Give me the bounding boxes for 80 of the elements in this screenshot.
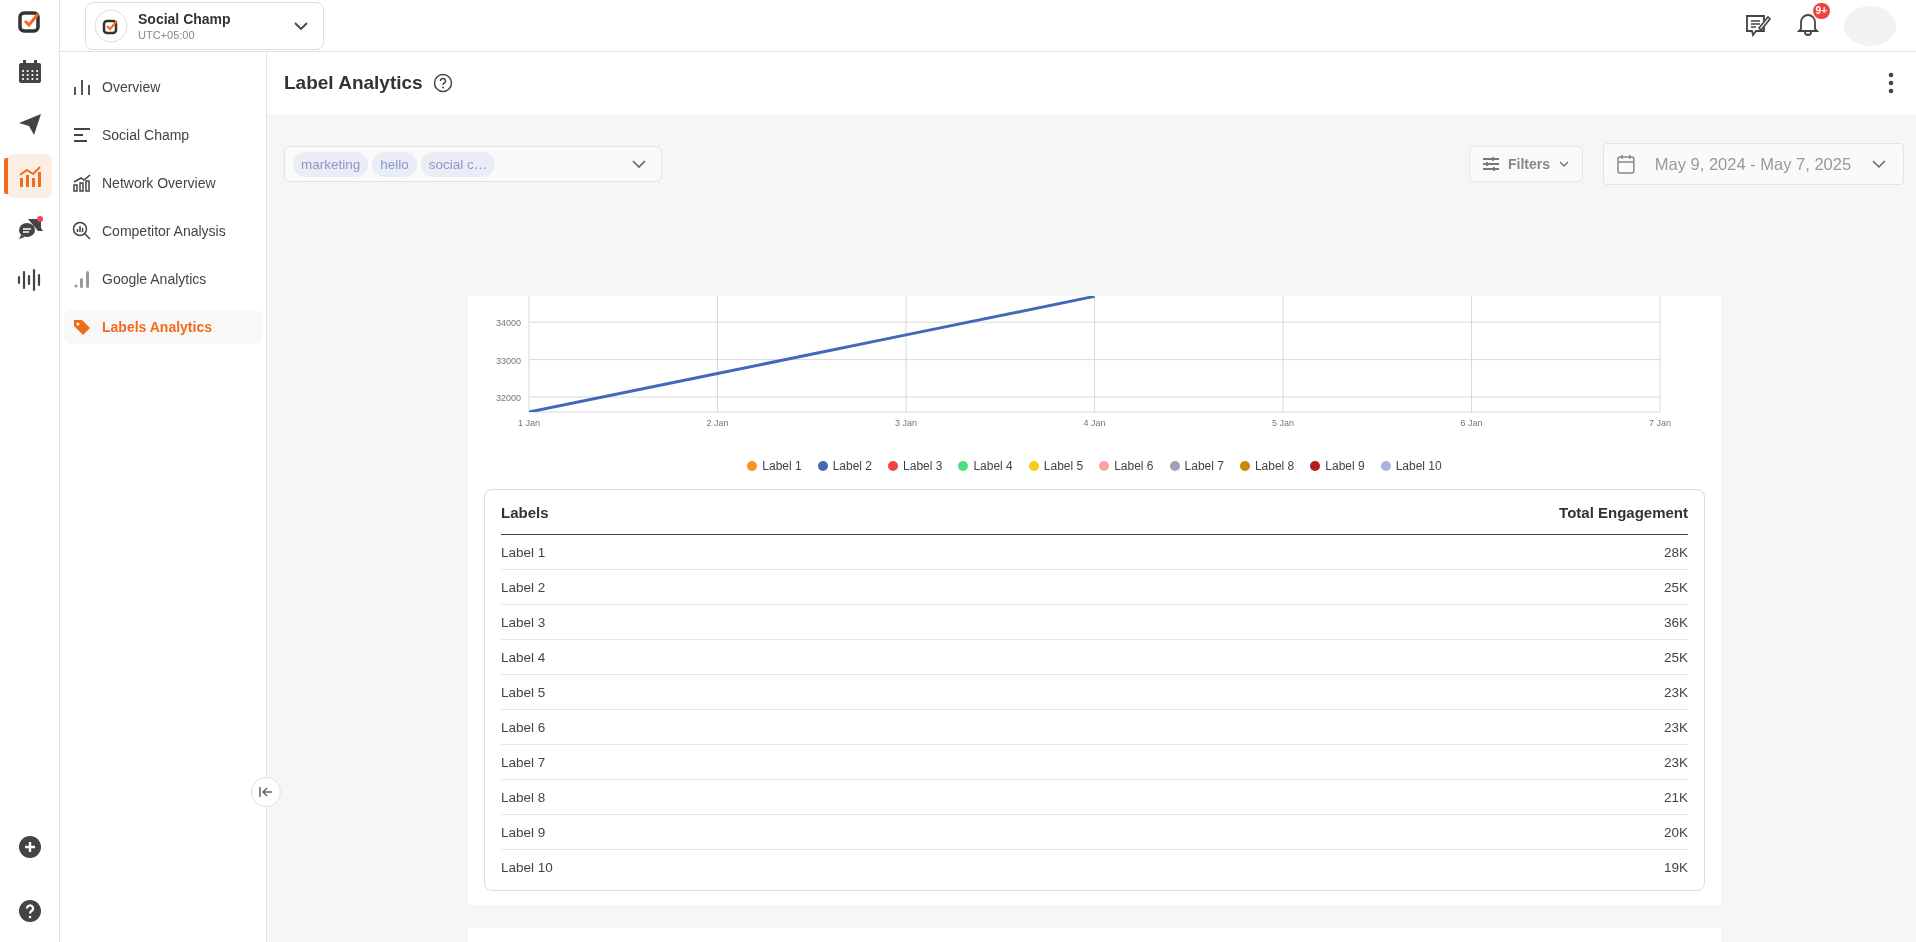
table-cell: Label 9 <box>501 824 546 840</box>
more-options-icon[interactable] <box>1888 72 1894 94</box>
calendar-icon <box>1617 154 1635 174</box>
x-tick-label: 4 Jan <box>1083 418 1106 428</box>
signal-bars-icon <box>72 269 92 289</box>
page-title: Label Analytics <box>284 72 423 94</box>
chat-bubbles-icon <box>16 215 43 241</box>
table-cell: Label 2 <box>501 579 546 595</box>
legend-label: Label 8 <box>1254 459 1295 473</box>
sidebar-item[interactable]: Network Overview <box>64 166 262 200</box>
x-tick-label: 2 Jan <box>706 418 729 428</box>
bar-chart-icon <box>72 77 92 97</box>
table-cell: Label 3 <box>501 614 546 630</box>
sidebar-item[interactable]: Social Champ <box>64 118 262 152</box>
sidebar-item[interactable]: Google Analytics <box>64 262 262 296</box>
lines-icon <box>72 125 92 145</box>
notification-badge: 9+ <box>1812 2 1830 19</box>
column-header: Labels <box>501 503 549 521</box>
table-cell: 25K <box>1663 649 1688 665</box>
table-cell: 20K <box>1663 824 1688 840</box>
add-icon[interactable] <box>18 836 41 858</box>
chevron-down-icon <box>293 20 309 31</box>
collapse-button[interactable] <box>251 777 281 807</box>
legend-label: Label 6 <box>1114 459 1154 473</box>
legend-label: Label 5 <box>1043 459 1084 473</box>
chevron-down-icon <box>1871 159 1887 169</box>
account-name: Social Champ <box>138 10 232 27</box>
compose-icon[interactable] <box>1744 12 1772 39</box>
sidebar-item[interactable]: Overview <box>64 70 262 104</box>
help-icon[interactable] <box>432 73 453 93</box>
sliders-icon <box>1482 156 1500 172</box>
table-cell: 23K <box>1663 719 1688 735</box>
sidebar-item[interactable]: Competitor Analysis <box>64 214 262 248</box>
magnifier-icon <box>72 221 92 241</box>
x-tick-label: 3 Jan <box>895 418 917 428</box>
table-cell: Label 8 <box>501 789 546 805</box>
legend-label: Label 9 <box>1325 459 1365 473</box>
growth-chart-icon <box>72 173 92 193</box>
help-icon[interactable] <box>18 900 41 922</box>
sound-wave-icon <box>16 267 43 293</box>
tag-icon <box>72 317 92 337</box>
chevron-down-icon <box>631 159 647 169</box>
legend-label: Label 7 <box>1184 459 1224 473</box>
table-cell: 21K <box>1663 789 1688 805</box>
label-tag: social c… <box>420 151 496 177</box>
table-cell: Label 4 <box>501 649 546 665</box>
x-tick-label: 6 Jan <box>1460 418 1483 428</box>
logo-icon <box>94 8 128 43</box>
table-cell: 23K <box>1663 754 1688 770</box>
table-cell: 19K <box>1663 859 1688 875</box>
chevron-down-icon <box>1558 160 1570 168</box>
x-tick-label: 5 Jan <box>1272 418 1294 428</box>
date-range-value: May 9, 2024 - May 7, 2025 <box>1654 154 1852 174</box>
account-timezone: UTC+05:00 <box>138 28 196 41</box>
table-cell: Label 10 <box>501 859 553 875</box>
x-tick-label: 1 Jan <box>518 418 540 428</box>
y-tick-label: 33000 <box>495 355 521 366</box>
table-cell: Label 7 <box>501 754 546 770</box>
table-cell: 23K <box>1663 684 1688 700</box>
legend-label: Label 3 <box>903 459 943 473</box>
y-tick-label: 32000 <box>495 393 521 404</box>
table-cell: 28K <box>1663 544 1688 560</box>
collapse-arrow-icon <box>259 786 273 798</box>
y-tick-label: 34000 <box>495 318 521 329</box>
table-cell: 25K <box>1663 579 1688 595</box>
table-cell: Label 5 <box>501 684 546 700</box>
table-cell: Label 1 <box>501 544 546 560</box>
legend-label: Label 10 <box>1395 459 1442 473</box>
x-tick-label: 7 Jan <box>1649 418 1671 428</box>
calendar-icon <box>16 59 43 85</box>
label-tag: hello <box>372 151 417 177</box>
logo-icon[interactable] <box>16 8 43 34</box>
legend-label: Label 2 <box>832 459 873 473</box>
account-selector[interactable]: Social Champ UTC+05:00 <box>85 1 324 50</box>
column-header: Total Engagement <box>1559 503 1688 521</box>
table-cell: 36K <box>1663 614 1688 630</box>
legend-label: Label 1 <box>762 459 802 473</box>
table-cell: Label 6 <box>501 719 546 735</box>
legend-label: Label 4 <box>973 459 1013 473</box>
label-tag: marketing <box>293 151 369 177</box>
